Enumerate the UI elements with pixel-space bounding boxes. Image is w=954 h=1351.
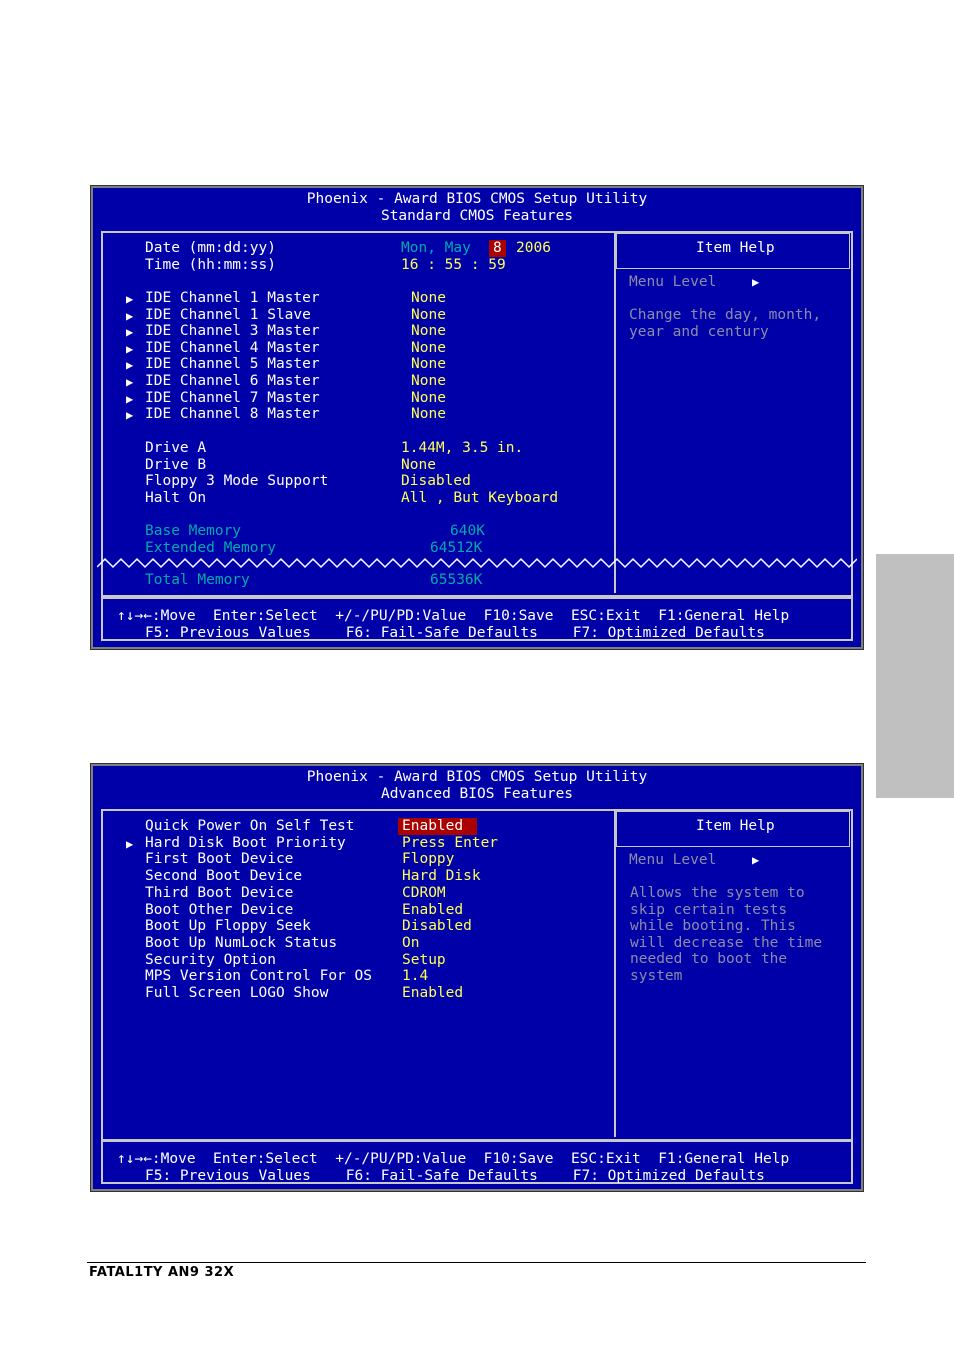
ide-channel-value: None [411, 306, 446, 323]
ide-channel-item[interactable]: IDE Channel 6 Master [145, 373, 320, 390]
help-text-line: Allows the system to [630, 885, 805, 901]
menu-level-label: Menu Level [629, 852, 717, 868]
setting-item[interactable]: Full Screen LOGO Show [145, 985, 328, 1002]
drive-a-label: Drive A [145, 440, 207, 456]
drive-a-value[interactable]: 1.44M, 3.5 in. [401, 440, 523, 457]
key-legend-line-2: F5: Previous Values F6: Fail-Safe Defaul… [145, 625, 765, 641]
submenu-arrow-icon: ▶ [126, 836, 134, 851]
base-memory-label: Base Memory [145, 523, 242, 539]
submenu-arrow-icon: ▶ [126, 375, 134, 389]
total-memory-value: 65536K [430, 572, 483, 588]
halt-on-label: Halt On [145, 490, 207, 506]
brand-logo-text: FATAL1TY AN9 32X [89, 1265, 235, 1280]
bios-title: Phoenix - Award BIOS CMOS Setup Utility [306, 191, 648, 207]
bios-subtitle: Standard CMOS Features [380, 208, 574, 224]
setting-item[interactable]: Security Option [145, 952, 276, 969]
time-label: Time (hh:mm:ss) [145, 257, 276, 273]
key-legend-line-1: ↑↓→←:Move Enter:Select +/-/PU/PD:Value F… [117, 608, 790, 624]
setting-value[interactable]: Press Enter [402, 835, 498, 852]
menu-level-label: Menu Level [629, 274, 717, 290]
base-memory-value: 640K [450, 523, 485, 539]
setting-value[interactable]: Disabled [402, 918, 472, 935]
ide-channel-item[interactable]: IDE Channel 7 Master [145, 390, 320, 407]
bios-subtitle: Advanced BIOS Features [380, 786, 574, 802]
setting-item[interactable]: Boot Up NumLock Status [145, 935, 337, 952]
floppy3-label: Floppy 3 Mode Support [145, 473, 329, 489]
submenu-arrow-icon: ▶ [126, 391, 134, 406]
floppy3-value[interactable]: Disabled [401, 473, 471, 490]
setting-value[interactable]: Enabled [402, 902, 463, 919]
help-text-line: while booting. This [630, 918, 796, 935]
submenu-arrow-icon: ▶ [126, 308, 134, 323]
ide-channel-value: None [411, 339, 446, 356]
menu-level-arrow-icon: ▶ [752, 853, 760, 867]
setting-item[interactable]: Quick Power On Self Test [145, 818, 355, 835]
submenu-arrow-icon: ▶ [126, 408, 134, 423]
setting-value[interactable]: 1.4 [402, 968, 428, 985]
submenu-arrow-icon: ▶ [126, 341, 134, 356]
drive-b-label: Drive B [145, 457, 207, 473]
ide-channel-item[interactable]: IDE Channel 5 Master [145, 356, 320, 373]
drive-b-value[interactable]: None [401, 457, 436, 474]
footer-rule [87, 1262, 866, 1263]
setting-value[interactable]: Setup [402, 952, 446, 969]
setting-item[interactable]: Boot Up Floppy Seek [145, 918, 311, 935]
ide-channel-value: None [411, 290, 446, 306]
extended-memory-label: Extended Memory [145, 540, 276, 556]
key-legend-line-1: ↑↓→←:Move Enter:Select +/-/PU/PD:Value F… [117, 1151, 790, 1167]
extended-memory-value: 64512K [430, 540, 483, 556]
halt-on-value[interactable]: All , But Keyboard [401, 490, 558, 507]
setting-item[interactable]: Hard Disk Boot Priority [145, 835, 346, 852]
setting-value[interactable]: CDROM [402, 885, 446, 902]
setting-value-selected[interactable]: Enabled [398, 818, 478, 835]
ide-channel-value: None [411, 373, 446, 389]
setting-item[interactable]: First Boot Device [145, 851, 293, 868]
item-help-title: Item Help [696, 818, 775, 834]
date-year[interactable]: 2006 [516, 240, 551, 257]
ide-channel-value: None [411, 323, 446, 340]
ide-channel-item[interactable]: IDE Channel 4 Master [145, 340, 320, 357]
time-value[interactable]: 16 : 55 : 59 [401, 257, 506, 274]
date-label: Date (mm:dd:yy) [145, 240, 276, 256]
ide-channel-item[interactable]: IDE Channel 8 Master [145, 406, 320, 423]
help-text-line: will decrease the time [630, 934, 823, 951]
date-selected-field[interactable]: 8 [489, 240, 506, 257]
cut-zigzag [97, 557, 857, 569]
setting-item[interactable]: MPS Version Control For OS [145, 968, 372, 985]
setting-item[interactable]: Third Boot Device [145, 885, 293, 902]
help-text-line-1: Change the day, month, [629, 307, 822, 323]
bios-screen-standard-cmos: Phoenix - Award BIOS CMOS Setup Utility … [91, 186, 863, 649]
ide-channel-value: None [411, 389, 446, 406]
ide-channel-value: None [411, 356, 446, 373]
help-text-line-2: year and century [629, 324, 769, 340]
setting-value[interactable]: Enabled [402, 985, 463, 1002]
setting-item[interactable]: Boot Other Device [145, 902, 293, 919]
total-memory-label: Total Memory [145, 572, 250, 588]
bios-title: Phoenix - Award BIOS CMOS Setup Utility [306, 769, 648, 785]
ide-channel-item[interactable]: IDE Channel 3 Master [145, 323, 320, 340]
menu-level-arrow-icon: ▶ [752, 275, 760, 289]
date-day[interactable]: Mon, May [401, 240, 471, 257]
setting-value[interactable]: On [402, 935, 419, 952]
setting-value[interactable]: Hard Disk [402, 868, 481, 885]
ide-channel-value: None [411, 406, 446, 423]
item-help-title: Item Help [696, 240, 775, 256]
submenu-arrow-icon: ▶ [126, 358, 134, 373]
setting-item[interactable]: Second Boot Device [145, 868, 302, 885]
setting-value[interactable]: Floppy [402, 851, 454, 868]
ide-channel-item[interactable]: IDE Channel 1 Master [145, 290, 320, 307]
help-text-line: skip certain tests [630, 901, 788, 918]
help-text-line: system [630, 968, 683, 984]
help-text-line: needed to boot the [630, 951, 788, 968]
ide-channel-item[interactable]: IDE Channel 1 Slave [145, 307, 311, 324]
chapter-side-tab [876, 554, 954, 798]
submenu-arrow-icon: ▶ [126, 325, 134, 340]
bios-screen-advanced-features: Phoenix - Award BIOS CMOS Setup Utility … [91, 764, 863, 1191]
key-legend-line-2: F5: Previous Values F6: Fail-Safe Defaul… [145, 1168, 765, 1184]
submenu-arrow-icon: ▶ [126, 292, 134, 306]
